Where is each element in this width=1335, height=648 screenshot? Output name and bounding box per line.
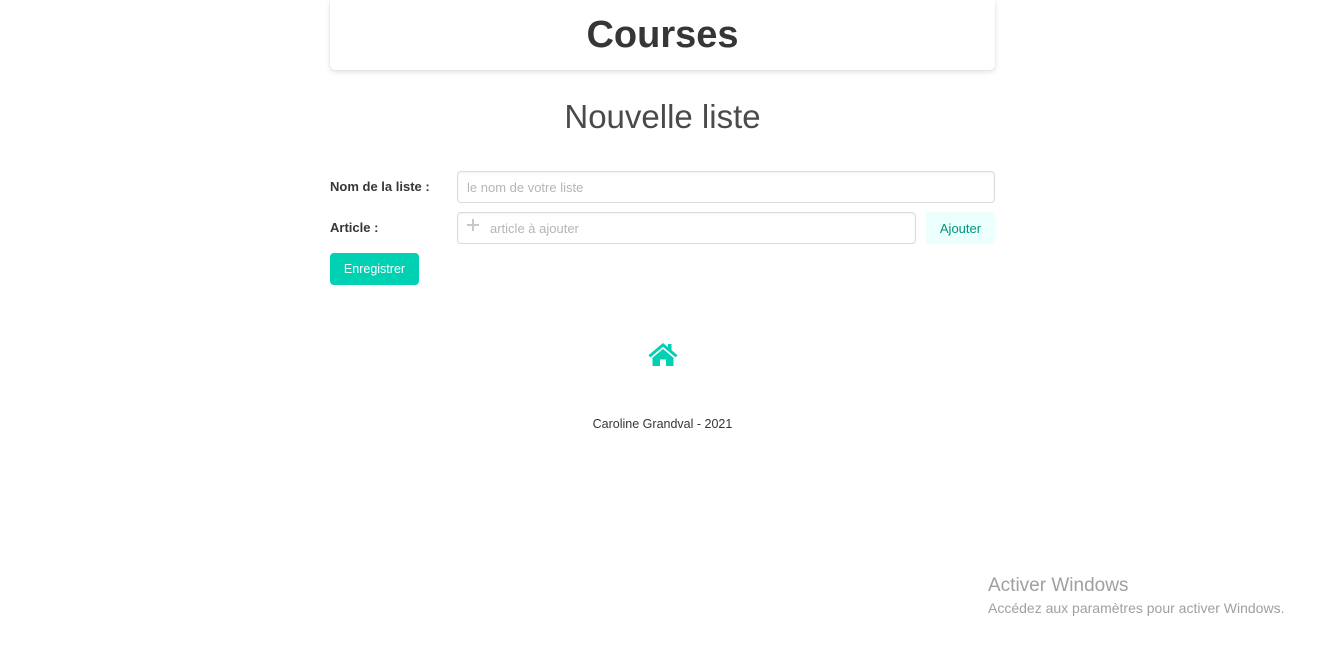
plus-icon bbox=[467, 219, 479, 231]
watermark-title: Activer Windows bbox=[988, 575, 1129, 596]
list-name-input[interactable] bbox=[457, 171, 995, 203]
footer-text: Caroline Grandval - 2021 bbox=[592, 417, 733, 431]
new-list-form: Nom de la liste : Article : Ajouter Enre… bbox=[330, 171, 995, 285]
windows-activation-watermark: Activer Windows Accédez aux paramètres p… bbox=[988, 575, 1284, 619]
article-row: Article : Ajouter bbox=[330, 212, 995, 244]
header-card: Courses bbox=[330, 0, 995, 70]
home-link[interactable] bbox=[647, 340, 679, 368]
add-article-button[interactable]: Ajouter bbox=[926, 212, 995, 244]
list-name-label: Nom de la liste : bbox=[330, 178, 430, 194]
list-name-row: Nom de la liste : bbox=[330, 171, 995, 203]
watermark-subtitle: Accédez aux paramètres pour activer Wind… bbox=[988, 600, 1285, 616]
app-title: Courses bbox=[586, 14, 739, 56]
article-label: Article : bbox=[330, 219, 379, 235]
article-input[interactable] bbox=[457, 212, 916, 244]
page: Courses Nouvelle liste Nom de la liste :… bbox=[0, 0, 1335, 648]
page-title: Nouvelle liste bbox=[564, 98, 761, 135]
home-icon bbox=[648, 343, 678, 366]
main-container: Courses Nouvelle liste Nom de la liste :… bbox=[330, 0, 995, 285]
article-input-wrapper bbox=[457, 212, 916, 244]
save-button[interactable]: Enregistrer bbox=[330, 253, 419, 285]
